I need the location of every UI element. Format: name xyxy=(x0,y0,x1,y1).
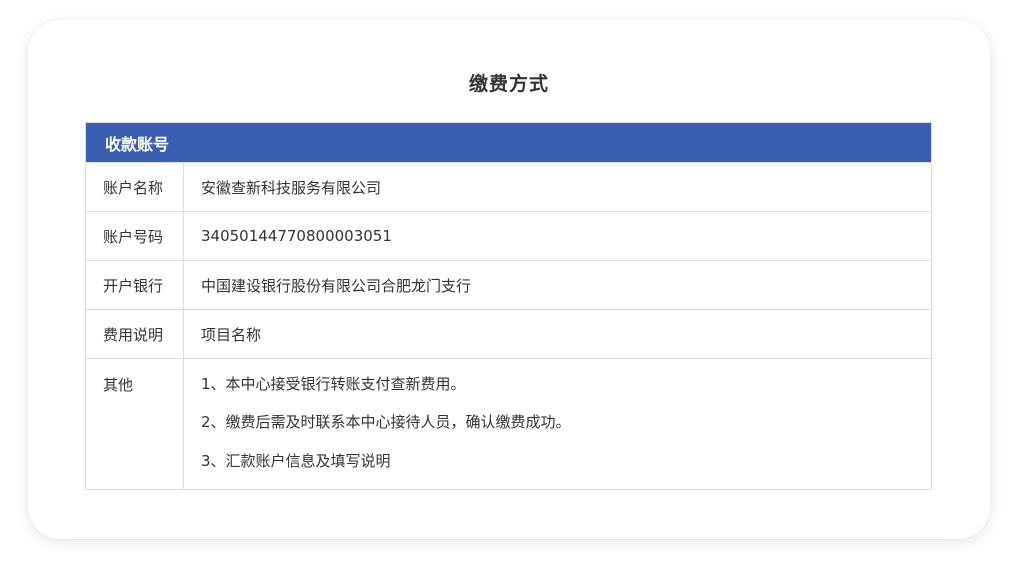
note-item: 1、本中心接受银行转账支付查新费用。 xyxy=(201,375,466,393)
payment-card: 缴费方式 收款账号 账户名称 安徽查新科技服务有限公司 账户号码 3405014… xyxy=(28,20,990,539)
note-item: 2、缴费后需及时联系本中心接待人员，确认缴费成功。 xyxy=(201,413,571,432)
table-row-account-number: 账户号码 34050144770800003051 xyxy=(86,211,931,260)
table-row-account-name: 账户名称 安徽查新科技服务有限公司 xyxy=(86,162,931,211)
row-label: 费用说明 xyxy=(86,310,184,358)
row-label: 账户号码 xyxy=(86,212,184,260)
note-item: 3、汇款账户信息及填写说明 xyxy=(201,451,391,470)
row-value: 项目名称 xyxy=(201,325,262,344)
table-row-fee-description: 费用说明 项目名称 xyxy=(86,309,931,358)
row-value: 中国建设银行股份有限公司合肥龙门支行 xyxy=(201,276,472,295)
table-row-bank: 开户银行 中国建设银行股份有限公司合肥龙门支行 xyxy=(86,260,931,309)
payment-info-table: 收款账号 账户名称 安徽查新科技服务有限公司 账户号码 340501447708… xyxy=(85,122,932,490)
row-value: 安徽查新科技服务有限公司 xyxy=(201,178,382,197)
page-title: 缴费方式 xyxy=(468,73,549,95)
row-label: 账户名称 xyxy=(86,163,184,211)
table-row-other: 其他 1、本中心接受银行转账支付查新费用。 2、缴费后需及时联系本中心接待人员，… xyxy=(86,358,931,489)
row-value-notes: 1、本中心接受银行转账支付查新费用。 2、缴费后需及时联系本中心接待人员，确认缴… xyxy=(184,359,931,489)
row-label: 其他 xyxy=(86,359,184,489)
table-header: 收款账号 xyxy=(86,123,931,162)
row-value: 34050144770800003051 xyxy=(201,227,392,245)
row-label: 开户银行 xyxy=(86,261,184,309)
